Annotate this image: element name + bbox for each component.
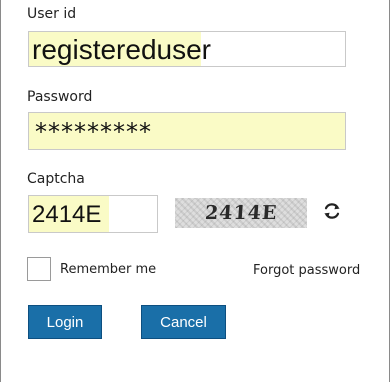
password-value: ********* — [35, 118, 152, 146]
userid-label: User id — [27, 6, 77, 22]
forgot-password-link[interactable]: Forgot password — [253, 263, 360, 278]
password-label: Password — [27, 89, 93, 105]
remember-me-checkbox[interactable] — [27, 257, 51, 281]
captcha-value: 2414E — [32, 201, 102, 228]
refresh-icon[interactable] — [321, 200, 343, 222]
userid-input[interactable]: registereduser — [28, 31, 346, 67]
captcha-image: 2414E — [175, 198, 307, 228]
cancel-button[interactable]: Cancel — [141, 305, 226, 339]
login-button[interactable]: Login — [28, 305, 102, 339]
captcha-label: Captcha — [27, 171, 85, 187]
password-input[interactable]: ********* — [28, 112, 346, 150]
login-form: User id registereduser Password ********… — [0, 0, 390, 382]
captcha-image-text: 2414E — [204, 202, 279, 224]
userid-value: registereduser — [32, 34, 211, 65]
captcha-input[interactable]: 2414E — [28, 195, 158, 233]
remember-me-label: Remember me — [60, 262, 157, 277]
